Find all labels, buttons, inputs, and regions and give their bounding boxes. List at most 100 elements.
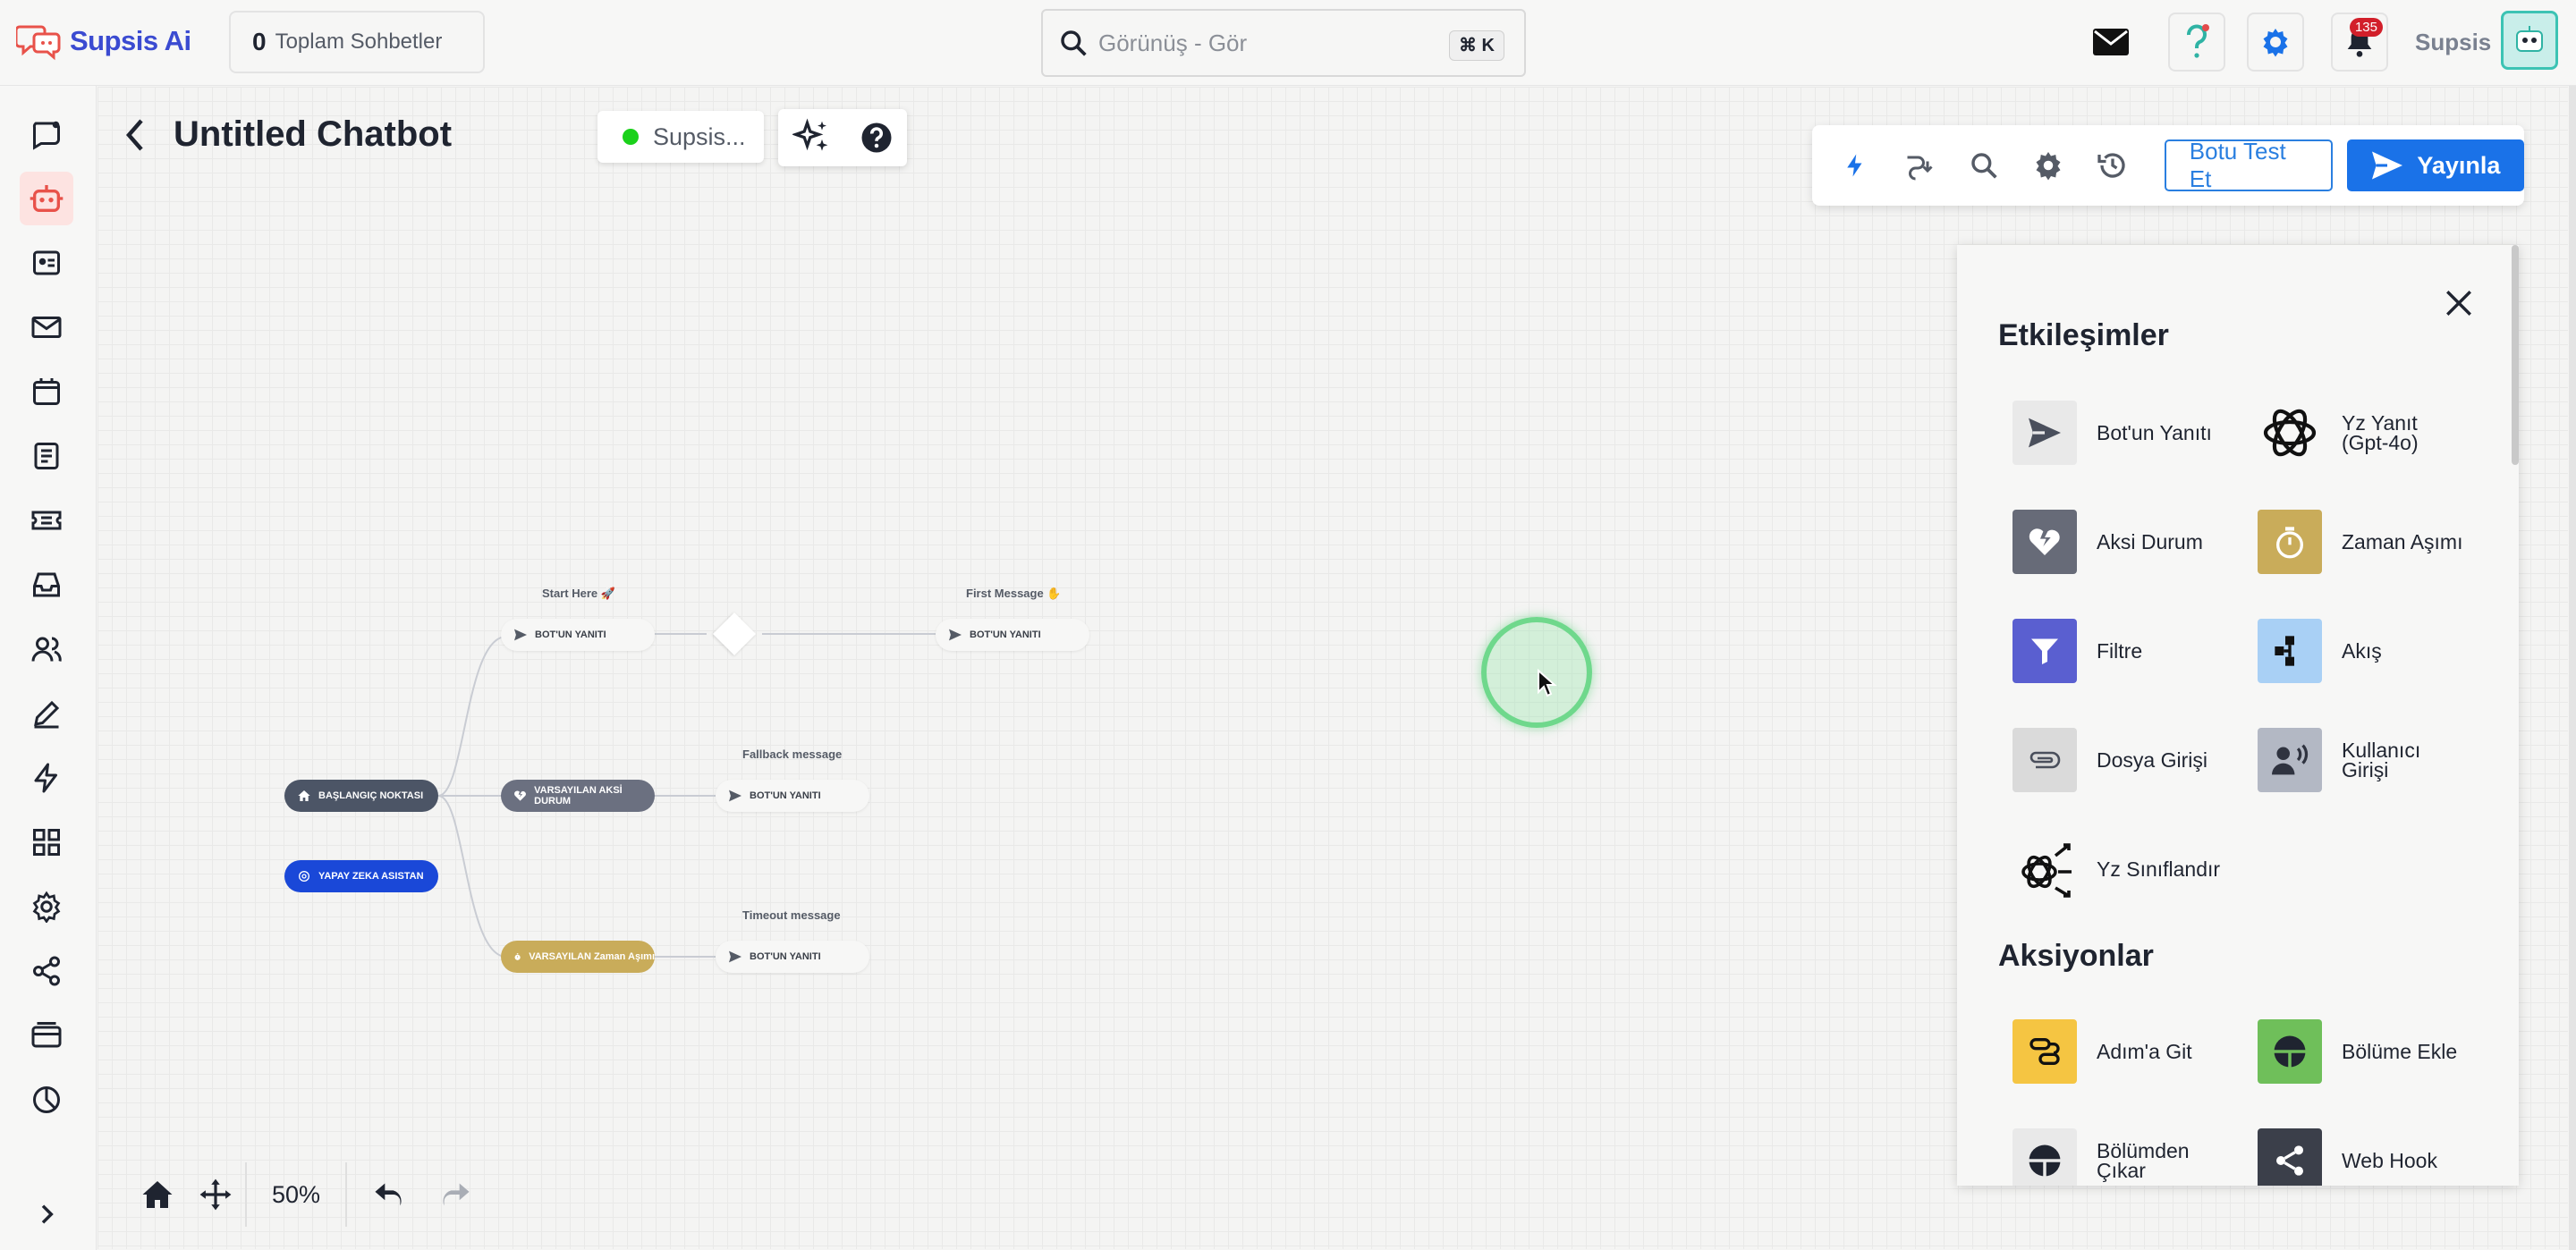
broken-heart-icon (514, 790, 526, 801)
settings-button[interactable] (2247, 13, 2304, 72)
tile-bot-reply[interactable]: Bot'un Yanıtı (2012, 401, 2212, 465)
default-timeout-node[interactable]: VARSAYILAN Zaman Aşımı (501, 941, 655, 973)
tile-label: Adım'a Git (2097, 1040, 2192, 1063)
redo-icon[interactable] (438, 1182, 472, 1207)
send-icon (729, 950, 741, 963)
broken-heart-icon (2012, 510, 2077, 574)
notification-badge: 135 (2349, 18, 2383, 37)
start-here-label: Start Here 🚀 (542, 587, 615, 600)
tile-filter[interactable]: Filtre (2012, 619, 2142, 683)
publish-label: Yayınla (2417, 151, 2501, 179)
node-library-panel: Etkileşimler Bot'un Yanıtı Yz Yanıt (Gpt… (1957, 245, 2519, 1186)
sidebar-item-reports[interactable] (20, 1073, 73, 1127)
tile-timeout[interactable]: Zaman Aşımı (2258, 510, 2462, 574)
interactions-title: Etkileşimler (1998, 318, 2169, 352)
home-icon[interactable] (141, 1179, 174, 1210)
stopwatch-icon (514, 953, 521, 960)
canvas-toolbar: Botu Test Et Yayınla (1812, 125, 2525, 206)
filter-icon (2012, 619, 2077, 683)
zoom-level[interactable]: 50% (245, 1162, 348, 1227)
node-label: VARSAYILAN Zaman Aşımı (529, 951, 655, 962)
node-label: BOT'UN YANITI (970, 629, 1041, 640)
tile-label: Kullanıcı Girişi (2342, 739, 2421, 781)
user-voice-icon (2258, 728, 2322, 792)
fallback-message-label: Fallback message (742, 747, 843, 761)
lightning-icon[interactable] (1839, 148, 1871, 182)
tile-label: Bölüme Ekle (2342, 1040, 2458, 1063)
gear-icon[interactable] (2032, 148, 2064, 182)
tile-fallback[interactable]: Aksi Durum (2012, 510, 2203, 574)
tile-label: Yz Sınıflandır (2097, 857, 2221, 881)
segment-add-icon (2258, 1019, 2322, 1084)
node-label: VARSAYILAN AKSİ DURUM (534, 785, 623, 807)
tile-web-hook[interactable]: Web Hook (2258, 1128, 2437, 1186)
search-icon[interactable] (1968, 148, 2000, 182)
send-icon (2372, 151, 2403, 180)
node-label: BAŞLANGIÇ NOKTASI (318, 790, 424, 801)
paperclip-icon (2012, 728, 2077, 792)
user-name[interactable]: Supsis (2415, 29, 2491, 56)
tile-user-input[interactable]: Kullanıcı Girişi (2258, 728, 2467, 792)
actions-title: Aksiyonlar (1998, 939, 2154, 973)
tile-ai-reply[interactable]: Yz Yanıt (Gpt-4o) (2258, 401, 2467, 465)
flow-icon (2258, 619, 2322, 683)
tile-label: Yz Yanıt (Gpt-4o) (2342, 411, 2419, 454)
search-shortcut: ⌘ K (1449, 30, 1504, 61)
node-label: YAPAY ZEKA ASISTAN (318, 871, 424, 882)
first-message-label: First Message ✋ (966, 587, 1062, 600)
close-panel-button[interactable] (2444, 288, 2474, 323)
node-label: BOT'UN YANITI (750, 790, 821, 801)
send-icon (729, 790, 741, 802)
bot-reply-node[interactable]: BOT'UN YANITI (716, 941, 869, 973)
tile-add-segment[interactable]: Bölüme Ekle (2258, 1019, 2457, 1084)
page-scrollbar[interactable] (2569, 86, 2576, 1250)
gear-icon (2263, 29, 2288, 57)
ai-assistant-node[interactable]: YAPAY ZEKA ASISTAN (284, 860, 438, 892)
notifications-button[interactable]: 135 (2331, 13, 2388, 72)
move-arrows-icon[interactable] (199, 1178, 233, 1212)
flow-connectors (437, 633, 936, 958)
mail-icon[interactable] (2093, 29, 2129, 60)
history-icon[interactable] (2097, 148, 2129, 182)
undo-icon[interactable] (372, 1182, 406, 1207)
bot-reply-node[interactable]: BOT'UN YANITI (936, 619, 1089, 651)
mouse-cursor-icon (1538, 669, 1557, 697)
test-bot-button[interactable]: Botu Test Et (2164, 138, 2333, 192)
stopwatch-icon (2258, 510, 2322, 574)
tile-remove-segment[interactable]: Bölümden Çıkar (2012, 1128, 2222, 1186)
send-icon (514, 629, 527, 641)
help-button[interactable] (2168, 13, 2225, 72)
tile-ai-classify[interactable]: Yz Sınıflandır (2012, 837, 2220, 901)
tile-label: Bot'un Yanıtı (2097, 421, 2212, 444)
default-fallback-node[interactable]: VARSAYILAN AKSİ DURUM (501, 780, 655, 812)
tile-label: Akış (2342, 639, 2382, 663)
sidebar-expand-button[interactable] (32, 1200, 61, 1233)
openai-icon (2258, 401, 2322, 465)
tile-label: Web Hook (2342, 1149, 2437, 1172)
robot-avatar-icon (2516, 26, 2543, 52)
start-node[interactable]: BAŞLANGIÇ NOKTASI (284, 780, 438, 812)
send-icon (949, 629, 962, 641)
question-icon (2187, 24, 2209, 58)
tile-label: Zaman Aşımı (2342, 530, 2463, 553)
segment-remove-icon (2012, 1128, 2077, 1186)
bot-reply-node[interactable]: BOT'UN YANITI (501, 619, 655, 651)
avatar[interactable] (2501, 11, 2558, 70)
tile-flow[interactable]: Akış (2258, 619, 2382, 683)
send-icon (2012, 401, 2077, 465)
connection-icon[interactable] (1903, 148, 1936, 182)
publish-button[interactable]: Yayınla (2346, 139, 2525, 191)
node-label: BOT'UN YANITI (535, 629, 606, 640)
bot-reply-node[interactable]: BOT'UN YANITI (716, 780, 869, 812)
tile-file-input[interactable]: Dosya Girişi (2012, 728, 2207, 792)
panel-scrollbar[interactable] (2512, 245, 2519, 465)
ai-classify-icon (2012, 837, 2077, 901)
tile-label: Bölümden Çıkar (2097, 1139, 2190, 1182)
timeout-message-label: Timeout message (742, 908, 841, 922)
tile-goto-step[interactable]: Adım'a Git (2012, 1019, 2192, 1084)
chevron-right-icon (41, 1204, 54, 1224)
goto-step-icon (2012, 1019, 2077, 1084)
tile-label: Filtre (2097, 639, 2143, 663)
canvas-controls: 50% (129, 1162, 485, 1227)
share-icon (2258, 1128, 2322, 1186)
